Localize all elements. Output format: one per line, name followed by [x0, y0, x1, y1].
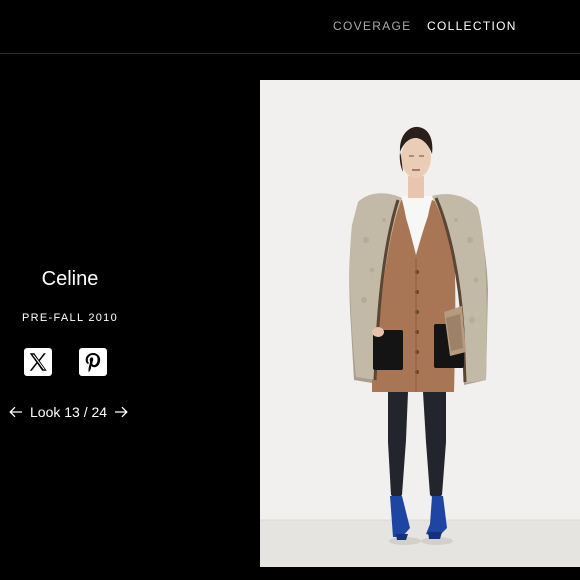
- nav-coverage-link[interactable]: COVERAGE: [333, 19, 411, 33]
- designer-name[interactable]: Celine: [0, 268, 140, 291]
- look-info-panel: Celine PRE-FALL 2010 Look 13 / 24: [0, 54, 260, 580]
- runway-model-illustration: [260, 126, 580, 567]
- previous-look-arrow-icon[interactable]: [8, 404, 24, 420]
- pinterest-icon: [82, 351, 104, 373]
- collection-page: COVERAGE COLLECTION Celine PRE-FALL 2010: [0, 0, 580, 580]
- x-icon: [27, 351, 49, 373]
- season-label: PRE-FALL 2010: [22, 312, 118, 324]
- next-look-arrow-icon[interactable]: [113, 404, 129, 420]
- runway-look-photo: [260, 80, 580, 567]
- share-x-button[interactable]: [24, 348, 52, 376]
- look-navigation: Look 13 / 24: [8, 402, 129, 422]
- look-counter: Look 13 / 24: [30, 404, 108, 420]
- share-pinterest-button[interactable]: [79, 348, 107, 376]
- top-navigation: COVERAGE COLLECTION: [0, 0, 580, 54]
- nav-collection-link[interactable]: COLLECTION: [427, 19, 517, 33]
